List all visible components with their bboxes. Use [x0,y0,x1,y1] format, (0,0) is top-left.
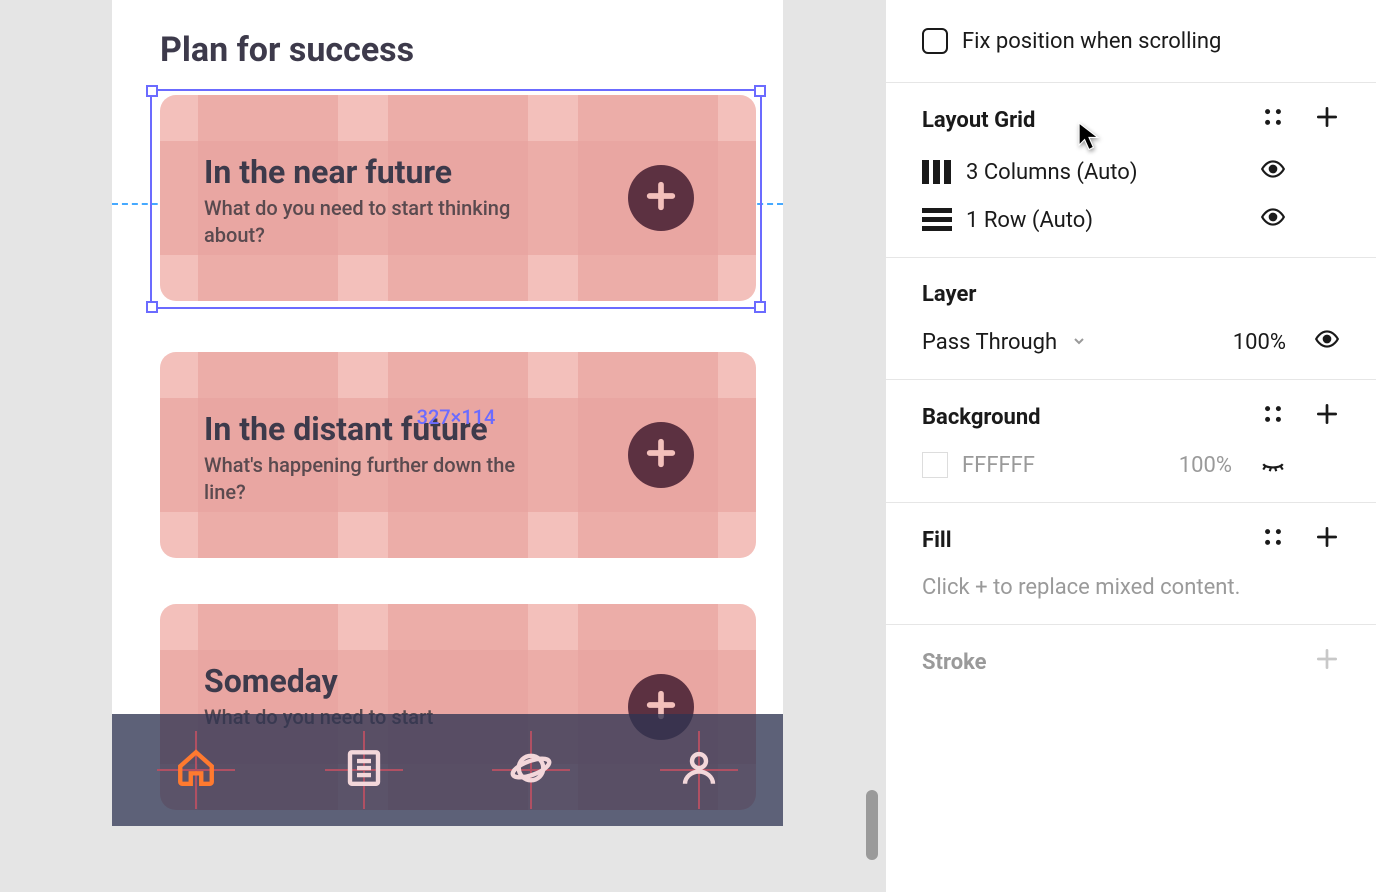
section-stroke: Stroke [886,625,1376,699]
background-title: Background [922,405,1041,430]
nav-home[interactable] [161,735,231,805]
list-icon [343,747,385,793]
plus-icon [1314,104,1340,136]
background-add-button[interactable] [1314,404,1340,430]
background-hex-input[interactable]: FFFFFF [962,453,1035,478]
layout-grid-item-label[interactable]: 1 Row (Auto) [966,208,1093,233]
card-distant-future[interactable]: In the distant future What's happening f… [160,352,756,558]
card-title: Someday [204,662,338,700]
toggle-visibility-button[interactable] [1260,207,1286,233]
scrollbar-thumb[interactable] [866,790,878,860]
plus-icon [644,179,678,217]
toggle-visibility-button[interactable] [1314,329,1340,355]
toggle-visibility-button[interactable] [1260,452,1286,478]
user-icon [678,747,720,793]
fix-position-label: Fix position when scrolling [962,29,1221,54]
home-icon [175,747,217,793]
layout-grid-item-label[interactable]: 3 Columns (Auto) [966,160,1138,185]
eye-closed-icon [1260,449,1286,481]
eye-icon [1260,156,1286,188]
section-background: Background FFFFFF 100% [886,380,1376,503]
plus-icon [1314,401,1340,433]
toggle-visibility-button[interactable] [1260,159,1286,185]
section-layout-grid: Layout Grid 3 Columns (Auto) [886,83,1376,258]
layer-opacity-input[interactable]: 100% [1233,330,1286,355]
bottom-nav [112,714,783,826]
card-title: In the near future [204,153,452,191]
nav-list[interactable] [329,735,399,805]
card-subtitle: What do you need to start thinking about… [204,195,524,249]
fill-placeholder: Click + to replace mixed content. [922,575,1240,600]
stroke-add-button[interactable] [1314,649,1340,675]
styles-icon [1260,104,1286,136]
add-button[interactable] [628,165,694,231]
eye-icon [1260,204,1286,236]
section-constraints: Fix position when scrolling [886,0,1376,83]
properties-panel: Fix position when scrolling Layout Grid [885,0,1376,892]
fill-add-button[interactable] [1314,527,1340,553]
plus-icon [1314,646,1340,678]
add-button[interactable] [628,422,694,488]
plus-icon [644,436,678,474]
styles-icon [1260,524,1286,556]
background-swatch[interactable] [922,452,948,478]
columns-icon[interactable] [922,160,952,184]
layer-title: Layer [922,282,976,307]
artboard-frame[interactable]: Plan for success In the near future What… [112,0,783,826]
stroke-title: Stroke [922,650,987,675]
layout-grid-add-button[interactable] [1314,107,1340,133]
nav-profile[interactable] [664,735,734,805]
plus-icon [1314,524,1340,556]
eye-icon [1314,326,1340,358]
layout-grid-title: Layout Grid [922,108,1035,133]
planet-icon [510,747,552,793]
fill-title: Fill [922,528,952,553]
card-near-future[interactable]: In the near future What do you need to s… [160,95,756,301]
rows-icon[interactable] [922,208,952,232]
background-styles-button[interactable] [1260,404,1286,430]
remove-grid-button[interactable] [1314,207,1340,233]
background-opacity-input[interactable]: 100% [1179,453,1232,478]
fix-position-checkbox[interactable] [922,28,948,54]
remove-background-button[interactable] [1314,452,1340,478]
design-canvas[interactable]: Plan for success In the near future What… [0,0,885,892]
styles-icon [1260,401,1286,433]
section-layer: Layer Pass Through 100% [886,258,1376,380]
section-fill: Fill Click + to replace mixed content. [886,503,1376,625]
layout-grid-styles-button[interactable] [1260,107,1286,133]
chevron-down-icon [1071,330,1087,355]
nav-explore[interactable] [496,735,566,805]
card-title: In the distant future [204,410,488,448]
blend-mode-select[interactable]: Pass Through [922,330,1057,355]
page-title: Plan for success [160,30,414,70]
fill-styles-button[interactable] [1260,527,1286,553]
card-subtitle: What's happening further down the line? [204,452,524,506]
remove-grid-button[interactable] [1314,159,1340,185]
